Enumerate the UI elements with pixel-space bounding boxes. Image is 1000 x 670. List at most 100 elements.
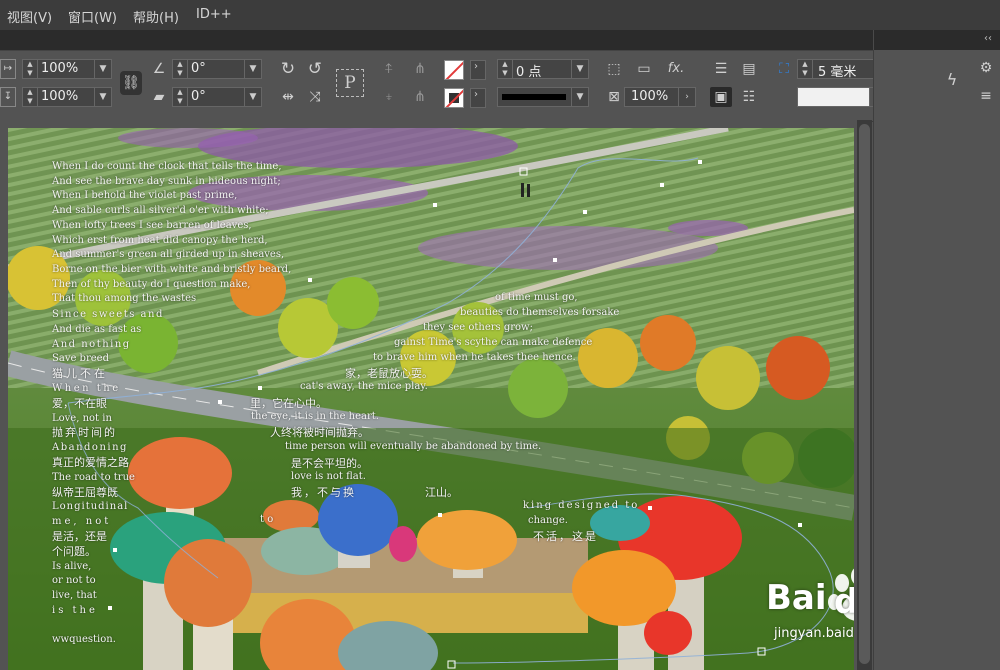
poem-line: Which erst from heat did canopy the herd… — [52, 234, 268, 246]
vertical-scrollbar[interactable] — [857, 120, 872, 670]
rotate-angle-dropdown-icon[interactable]: ▼ — [244, 60, 261, 78]
scale-y-dropdown-icon[interactable]: ▼ — [94, 88, 111, 106]
frame-fitting-icon[interactable]: ⬚ — [604, 59, 624, 79]
drop-shadow-icon[interactable]: ▭ — [634, 59, 654, 79]
path-text-fragment: the eye, it is in the heart. — [251, 411, 379, 422]
path-type-button[interactable]: P — [336, 69, 364, 97]
poem-line: That thou among the wastes — [52, 293, 197, 305]
opacity-field[interactable]: 100% › — [624, 87, 696, 107]
watermark-brand-2: du — [834, 582, 854, 622]
align-bottom-icon[interactable]: ⍖ — [380, 87, 398, 107]
spacing-stepper[interactable]: ▲ ▼ — [798, 60, 813, 78]
shear-angle-icon: ▰ — [153, 89, 165, 105]
scrollbar-thumb[interactable] — [859, 124, 870, 664]
stroke-weight-stepper[interactable]: ▲ ▼ — [498, 60, 513, 78]
panel-divider — [873, 30, 874, 50]
flip-vertical-icon[interactable]: ⤨ — [305, 87, 325, 107]
path-text-fragment: 我，不与换 — [291, 486, 356, 499]
poem-line: When I behold the violet past prime, — [52, 190, 238, 202]
watermark-brand: Bai — [766, 578, 827, 618]
right-panel: ϟ ⚙ ≡ — [873, 50, 1000, 670]
path-text-fragment: t o — [260, 514, 274, 525]
path-text-fragment: 不活，这是 — [533, 530, 598, 543]
path-text-fragment: they see others grow; — [423, 322, 533, 333]
scale-x-stepper[interactable]: ▲ ▼ — [23, 60, 38, 78]
left-line: 是活，还是 — [52, 529, 107, 543]
flip-horizontal-icon[interactable]: ⇹ — [278, 87, 298, 107]
watermark-url: jingyan.baidu.com — [774, 626, 854, 641]
menu-bar: 视图(V) 窗口(W) 帮助(H) ID++ — [0, 0, 1000, 30]
menu-help[interactable]: 帮助(H) — [133, 7, 179, 26]
distribute-bottom-icon[interactable]: ⋔ — [410, 87, 430, 107]
stroke-swatch-dropdown[interactable]: › — [470, 60, 486, 80]
poem-line: And summer's green all girded up in shea… — [52, 249, 285, 261]
stroke-weight-field[interactable]: ▲ ▼ 0 点 ▼ — [497, 59, 589, 80]
align-top-icon[interactable]: ⍏ — [380, 59, 398, 79]
text-wrap-bbox-icon[interactable]: ▤ — [738, 59, 760, 79]
shear-angle-dropdown-icon[interactable]: ▼ — [244, 88, 261, 106]
scale-x-dropdown-icon[interactable]: ▼ — [94, 60, 111, 78]
shear-angle-value: 0° — [191, 89, 206, 104]
opacity-arrow-icon[interactable]: › — [678, 88, 695, 106]
left-line: 猫儿不在 — [52, 367, 108, 381]
menu-idplusplus[interactable]: ID++ — [196, 7, 232, 22]
path-text-fragment: beauties do themselves forsake — [460, 307, 620, 318]
shear-angle-field[interactable]: ▲ ▼ 0° ▼ — [172, 87, 262, 107]
path-text-fragment: 人终将被时间抛弃。 — [270, 426, 369, 439]
scale-y-icon: ↧ — [0, 87, 16, 107]
path-text-fragment: time person will eventually be abandoned… — [285, 441, 542, 452]
collapse-panel-icon[interactable]: ‹‹ — [984, 33, 992, 44]
text-wrap-none-icon[interactable]: ☰ — [710, 59, 732, 79]
fill-swatch-dropdown[interactable]: › — [470, 88, 486, 108]
lightning-icon[interactable]: ϟ — [942, 70, 962, 90]
path-text-fragment: 里，它在心中。 — [250, 397, 327, 410]
effects-fx-button[interactable]: fx. — [664, 59, 688, 79]
text-wrap-shape-icon[interactable]: ▣ — [710, 87, 732, 107]
gear-icon[interactable]: ⚙ — [976, 58, 996, 78]
hamburger-icon[interactable]: ≡ — [976, 86, 996, 106]
stroke-type-select[interactable]: ▼ — [497, 87, 589, 107]
scale-y-field[interactable]: ▲ ▼ 100% ▼ — [22, 87, 112, 107]
left-line: live, that — [52, 590, 97, 602]
rotate-angle-field[interactable]: ▲ ▼ 0° ▼ — [172, 59, 262, 79]
poem-line: Borne on the bier with white and bristly… — [52, 263, 292, 275]
scale-x-field[interactable]: ▲ ▼ 100% ▼ — [22, 59, 112, 79]
no-color-slash-icon — [445, 61, 463, 79]
poem-line: And sable curls all silver'd o'er with w… — [52, 205, 269, 217]
stroke-type-dropdown-icon[interactable]: ▼ — [571, 88, 588, 106]
rotate-angle-icon: ∠ — [152, 61, 166, 77]
shear-angle-stepper[interactable]: ▲ ▼ — [173, 88, 188, 106]
scale-x-icon: ↦ — [0, 59, 16, 79]
menu-window[interactable]: 窗口(W) — [68, 7, 117, 26]
rotate-angle-stepper[interactable]: ▲ ▼ — [173, 60, 188, 78]
left-line: wwquestion. — [52, 633, 116, 645]
opacity-icon: ⊠ — [608, 89, 620, 105]
left-line: Save breed — [52, 353, 109, 365]
spacing-value: 5 毫米 — [818, 65, 857, 80]
left-line: is the — [52, 604, 98, 616]
left-line: Love, not in — [52, 412, 112, 424]
auto-fit-icon[interactable]: ⛶ — [774, 59, 794, 79]
left-line: 爱，不在眼 — [52, 396, 107, 410]
distribute-top-icon[interactable]: ⋔ — [410, 59, 430, 79]
rotate-cw-icon[interactable]: ↻ — [278, 59, 298, 79]
left-line: 抛弃时间的 — [52, 426, 117, 440]
opacity-value: 100% — [631, 89, 669, 104]
menu-view[interactable]: 视图(V) — [7, 7, 52, 26]
text-wrap-jump-icon[interactable]: ☷ — [738, 87, 760, 107]
stroke-swatch-icon[interactable] — [444, 60, 464, 80]
poem-text-frame[interactable]: When I do count the clock that tells the… — [52, 160, 291, 307]
rotate-ccw-icon[interactable]: ↺ — [305, 59, 325, 79]
poem-line: Then of thy beauty do I question make, — [52, 278, 251, 290]
path-text-fragment: 家，老鼠放心耍。 — [345, 367, 433, 380]
path-text-fragment: 江山。 — [425, 486, 458, 499]
placed-photo[interactable]: When I do count the clock that tells the… — [8, 128, 854, 670]
link-icon[interactable]: ⛓ — [120, 71, 142, 95]
left-column-text[interactable]: Since sweets and And die as fast as And … — [52, 308, 164, 648]
fill-swatch-icon[interactable] — [444, 88, 464, 108]
left-line: or not to — [52, 575, 96, 587]
stroke-weight-dropdown-icon[interactable]: ▼ — [571, 60, 588, 78]
left-line: me, not — [52, 516, 112, 528]
left-line: 真正的爱情之路 — [52, 455, 129, 469]
scale-y-stepper[interactable]: ▲ ▼ — [23, 88, 38, 106]
